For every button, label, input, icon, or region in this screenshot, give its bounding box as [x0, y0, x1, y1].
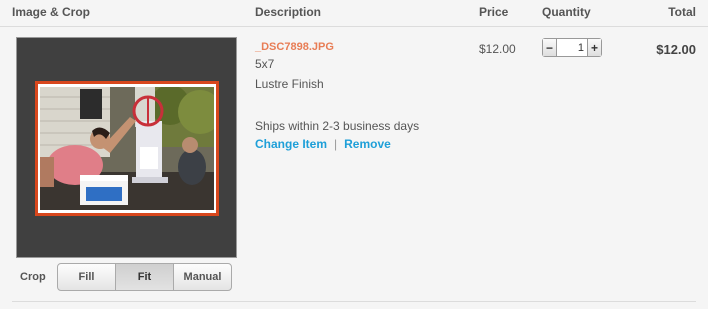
cart-header: Image & Crop Description Price Quantity …: [0, 0, 708, 27]
remove-link[interactable]: Remove: [344, 137, 391, 151]
change-item-link[interactable]: Change Item: [255, 137, 327, 151]
crop-fill-button[interactable]: Fill: [58, 264, 116, 290]
item-finish: Lustre Finish: [255, 77, 324, 91]
image-preview-panel: [16, 37, 237, 258]
photo-thumbnail: [40, 87, 214, 210]
shipping-info: Ships within 2-3 business days: [255, 119, 420, 133]
column-header-image-crop: Image & Crop: [12, 5, 91, 19]
column-header-description: Description: [255, 5, 322, 19]
cart-item-container: Image & Crop Description Price Quantity …: [0, 0, 708, 309]
row-divider: [12, 301, 696, 302]
item-size: 5x7: [255, 57, 275, 71]
item-filename: _DSC7898.JPG: [255, 41, 334, 53]
crop-label: Crop: [20, 271, 46, 283]
crop-manual-button[interactable]: Manual: [174, 264, 231, 290]
quantity-stepper: − 1 +: [542, 38, 602, 57]
column-header-price: Price: [479, 5, 509, 19]
crop-frame[interactable]: [35, 81, 219, 216]
decrease-quantity-button[interactable]: −: [543, 39, 557, 56]
actions-separator: |: [334, 137, 338, 151]
quantity-input[interactable]: 1: [557, 39, 587, 56]
increase-quantity-button[interactable]: +: [587, 39, 601, 56]
item-total: $12.00: [656, 42, 696, 57]
crop-fit-button[interactable]: Fit: [116, 264, 174, 290]
column-header-quantity: Quantity: [542, 5, 591, 19]
column-header-total: Total: [668, 5, 696, 19]
item-actions: Change Item | Remove: [255, 137, 391, 151]
item-price: $12.00: [479, 42, 516, 56]
crop-mode-toggle: Fill Fit Manual: [57, 263, 232, 291]
